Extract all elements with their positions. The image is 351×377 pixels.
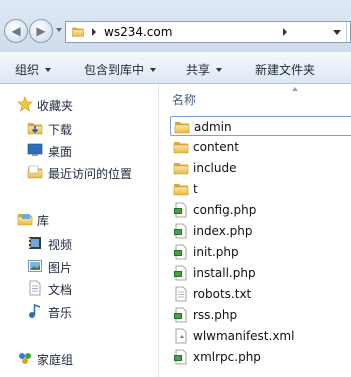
back-arrow-icon: ◀ [11, 24, 21, 38]
file-list-item[interactable]: content [170, 137, 351, 157]
homegroup-icon [19, 353, 31, 364]
php-file-icon [173, 244, 189, 260]
nav-item-pictures[interactable]: 图片 [0, 256, 158, 276]
folder-icon [173, 160, 189, 176]
file-name: t [193, 182, 198, 196]
nav-item-downloads[interactable]: 下载 [0, 118, 158, 138]
php-file-icon [173, 349, 189, 365]
file-name: rss.php [193, 308, 238, 322]
nav-item-favorites[interactable]: 收藏夹 [0, 94, 158, 114]
file-list-item[interactable]: include [170, 158, 351, 178]
desktop-icon [27, 143, 43, 156]
nav-label-favorites: 收藏夹 [37, 99, 74, 113]
file-name: xmlrpc.php [193, 350, 261, 364]
file-name: wlwmanifest.xml [193, 329, 295, 343]
share-label: 共享 [186, 63, 211, 77]
file-name: admin [194, 120, 232, 134]
new-folder-button[interactable]: 新建文件夹 [255, 61, 315, 78]
breadcrumb-chevron-icon[interactable] [283, 28, 287, 36]
file-name: config.php [193, 203, 257, 217]
file-name: index.php [193, 224, 253, 238]
nav-item-recent-places[interactable]: 最近访问的位置 [0, 162, 158, 182]
include-in-library-button[interactable]: 包含到库中 [84, 61, 157, 78]
file-list-item[interactable]: install.php [170, 263, 351, 283]
libraries-icon [17, 211, 33, 227]
share-button[interactable]: 共享 [186, 61, 223, 78]
nav-label-music: 音乐 [48, 306, 73, 320]
back-button[interactable]: ◀ [4, 19, 28, 43]
documents-icon [29, 280, 41, 296]
file-list-item[interactable]: init.php [170, 242, 351, 262]
nav-label-downloads: 下载 [48, 123, 73, 137]
php-file-icon [173, 265, 189, 281]
file-list-item[interactable]: index.php [170, 221, 351, 241]
nav-label-homegroup: 家庭组 [37, 353, 74, 367]
star-icon [17, 96, 33, 112]
nav-item-libraries[interactable]: 库 [0, 209, 158, 229]
video-icon [29, 237, 41, 249]
php-file-icon [173, 202, 189, 218]
forward-button[interactable]: ▶ [29, 19, 53, 43]
php-file-icon [173, 223, 189, 239]
recent-pages-dropdown-icon[interactable] [56, 28, 62, 32]
xml-file-icon [173, 328, 189, 344]
new-folder-label: 新建文件夹 [255, 63, 316, 77]
chevron-down-icon [150, 68, 157, 72]
address-bar[interactable]: ws234.com [65, 21, 351, 43]
nav-label-libraries: 库 [37, 214, 50, 228]
file-list-item[interactable]: robots.txt [170, 284, 351, 304]
folder-icon [173, 139, 189, 155]
organize-label: 组织 [15, 63, 40, 77]
file-list-item[interactable]: admin [170, 116, 351, 136]
text-file-icon [173, 286, 189, 302]
chevron-down-icon [45, 68, 52, 72]
music-icon [29, 303, 41, 318]
file-name: include [193, 161, 237, 175]
nav-label-documents: 文档 [48, 283, 73, 297]
forward-arrow-icon: ▶ [36, 24, 46, 38]
nav-label-recent-places: 最近访问的位置 [48, 167, 133, 181]
address-dropdown-icon[interactable] [333, 30, 341, 35]
nav-label-videos: 视频 [48, 238, 73, 252]
php-file-icon [173, 307, 189, 323]
breadcrumb-separator-icon[interactable] [92, 28, 96, 36]
file-list-item[interactable]: config.php [170, 200, 351, 220]
folder-icon [173, 181, 189, 197]
folder-icon [71, 25, 85, 38]
breadcrumb-path[interactable]: ws234.com [104, 24, 172, 40]
file-list-item[interactable]: t [170, 179, 351, 199]
sort-ascending-icon [292, 87, 298, 91]
chevron-down-icon [216, 68, 223, 72]
file-name: robots.txt [193, 287, 252, 301]
include-in-library-label: 包含到库中 [84, 63, 145, 77]
file-list-item[interactable]: wlwmanifest.xml [170, 326, 351, 346]
downloads-folder-icon [27, 120, 43, 136]
recent-places-icon [27, 165, 43, 180]
file-name: install.php [193, 266, 256, 280]
file-name: content [193, 140, 239, 154]
pictures-icon [28, 260, 42, 272]
command-bar: 组织 包含到库中 共享 新建文件夹 [0, 52, 351, 84]
nav-item-desktop[interactable]: 桌面 [0, 140, 158, 160]
nav-label-pictures: 图片 [48, 261, 73, 275]
file-name: init.php [193, 245, 239, 259]
address-area: ◀ ▶ ws234.com [0, 0, 351, 52]
column-header-name[interactable]: 名称 [172, 91, 196, 108]
organize-button[interactable]: 组织 [15, 61, 52, 78]
nav-item-documents[interactable]: 文档 [0, 278, 158, 298]
navigation-pane[interactable]: 收藏夹 下载 桌面 最近访问的位置 库 视频 图片 文档 音乐 家庭组 [0, 84, 158, 377]
folder-icon [174, 119, 190, 135]
nav-label-desktop: 桌面 [48, 145, 73, 159]
nav-item-music[interactable]: 音乐 [0, 301, 158, 321]
file-list-item[interactable]: xmlrpc.php [170, 347, 351, 367]
file-list-item[interactable]: rss.php [170, 305, 351, 325]
nav-item-videos[interactable]: 视频 [0, 233, 158, 253]
divider [346, 22, 347, 42]
nav-item-homegroup[interactable]: 家庭组 [0, 348, 158, 368]
